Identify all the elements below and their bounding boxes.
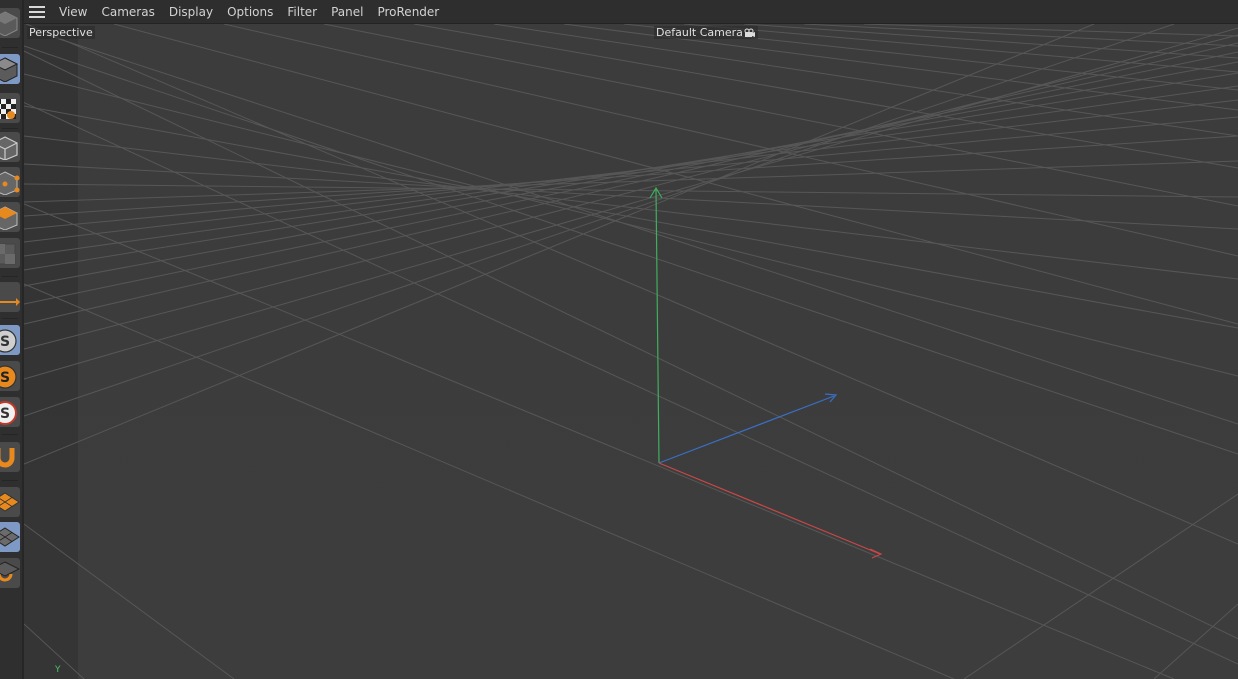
ground-grid xyxy=(24,24,1238,679)
svg-text:S: S xyxy=(0,334,10,350)
axis-move-icon xyxy=(0,298,20,306)
menu-cameras[interactable]: Cameras xyxy=(101,5,154,19)
polygons-mode-icon xyxy=(0,206,18,230)
viewport-menubar: View Cameras Display Options Filter Pane… xyxy=(24,0,1238,24)
magnet-icon xyxy=(0,448,15,468)
workplane-icon xyxy=(0,492,20,512)
lock-workplane-tool[interactable] xyxy=(0,558,20,588)
projection-label[interactable]: Perspective xyxy=(27,26,95,39)
menu-filter[interactable]: Filter xyxy=(287,5,317,19)
model-edit-tool[interactable] xyxy=(0,132,20,162)
toolbar-separator xyxy=(2,318,18,319)
snap-active-icon: S xyxy=(0,401,17,425)
magnet-tool[interactable] xyxy=(0,442,20,472)
workplane-grid-icon xyxy=(0,527,20,547)
left-toolbar: S S S xyxy=(0,0,24,679)
checker-texture-icon xyxy=(0,99,16,119)
points-mode-icon xyxy=(0,171,20,195)
toolbar-separator xyxy=(2,434,18,435)
snap-settings-tool[interactable]: S xyxy=(0,361,20,391)
snap-icon: S xyxy=(0,329,17,353)
snap-active-tool[interactable]: S xyxy=(0,397,20,427)
svg-text:S: S xyxy=(0,370,10,386)
axis-move-tool[interactable] xyxy=(0,282,20,312)
svg-text:S: S xyxy=(0,406,10,422)
workplane-grid-tool[interactable] xyxy=(0,522,20,552)
model-edit-icon xyxy=(0,136,18,160)
cinema4d-window: S S S View Cameras Display Options Filte… xyxy=(0,0,1238,679)
menu-view[interactable]: View xyxy=(59,5,87,19)
points-mode-tool[interactable] xyxy=(0,167,20,197)
uv-mode-tool[interactable] xyxy=(0,238,20,268)
workplane-tool[interactable] xyxy=(0,487,20,517)
snap-tool[interactable]: S xyxy=(0,325,20,355)
cube-mode-tool[interactable] xyxy=(0,54,20,84)
toolbar-separator xyxy=(2,128,18,129)
camera-label-text: Default Camera xyxy=(656,26,743,39)
uv-mode-icon xyxy=(0,243,16,265)
camera-icon xyxy=(744,28,755,37)
toolbar-separator xyxy=(2,47,18,48)
menu-panel[interactable]: Panel xyxy=(331,5,363,19)
toolbar-separator xyxy=(2,276,18,277)
cube-mode-icon xyxy=(0,57,19,82)
3d-viewport[interactable]: Perspective Default Camera Y xyxy=(24,24,1238,679)
snap-settings-icon: S xyxy=(0,365,17,389)
menu-options[interactable]: Options xyxy=(227,5,273,19)
menu-display[interactable]: Display xyxy=(169,5,213,19)
hamburger-menu-icon[interactable] xyxy=(29,5,45,18)
polygons-mode-tool[interactable] xyxy=(0,202,20,232)
object-cube-tool[interactable] xyxy=(0,8,20,38)
axis-gizmo-y-label: Y xyxy=(55,665,61,675)
checker-texture-tool[interactable] xyxy=(0,93,20,123)
object-cube-icon xyxy=(0,11,18,36)
menu-prorender[interactable]: ProRender xyxy=(377,5,439,19)
lock-workplane-icon xyxy=(0,561,20,582)
toolbar-separator xyxy=(2,480,18,481)
camera-label[interactable]: Default Camera xyxy=(654,26,758,39)
